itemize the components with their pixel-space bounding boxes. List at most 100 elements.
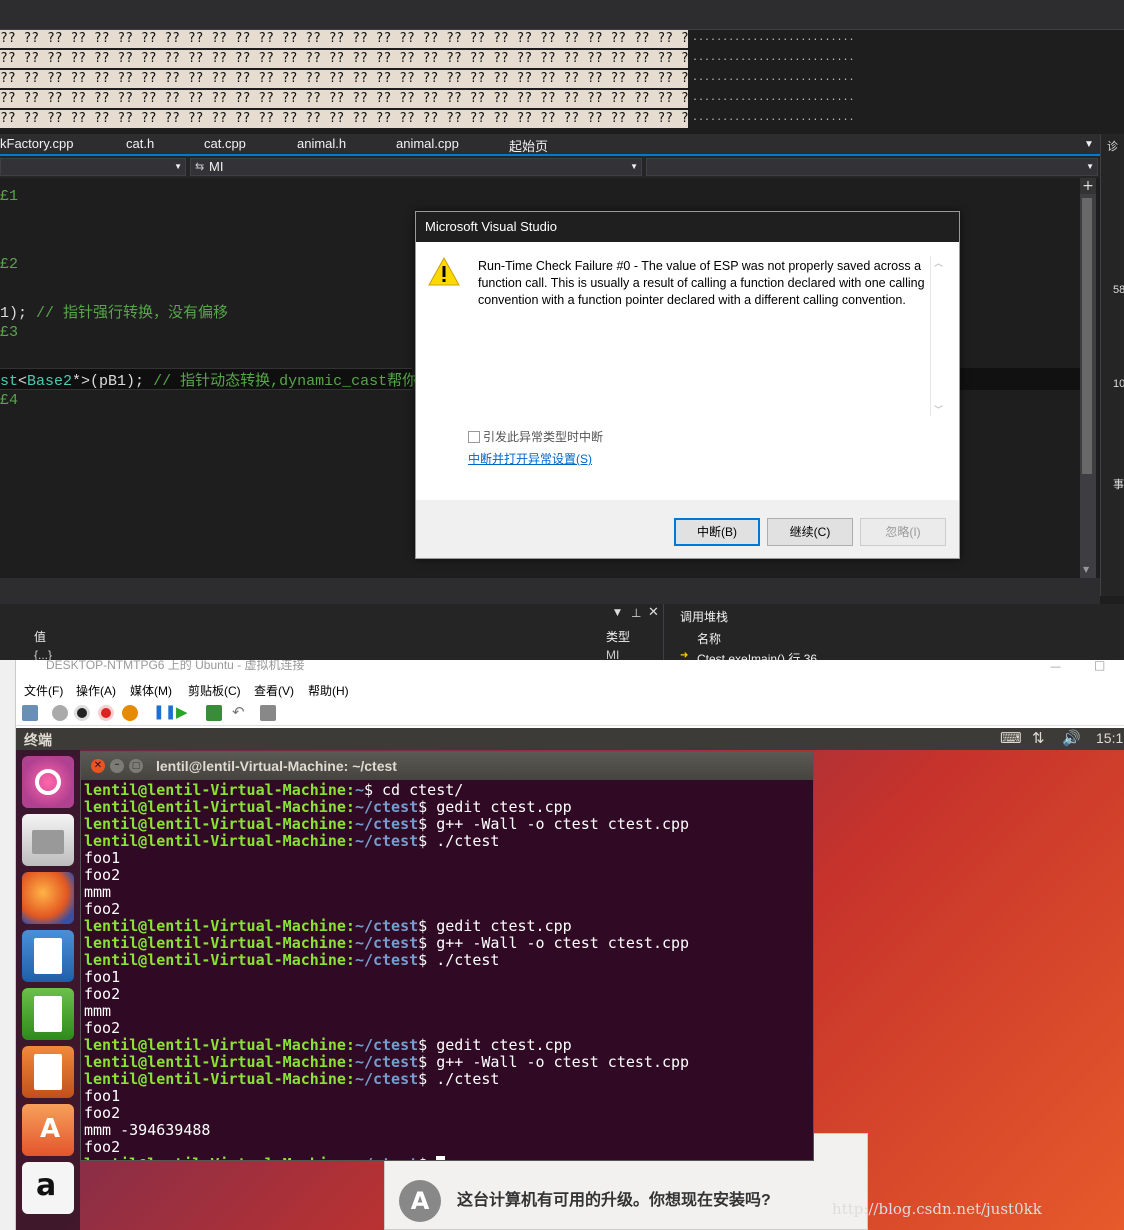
panel-dropdown-icon[interactable]: ▼ [614, 608, 621, 618]
pin-icon[interactable]: ⊥ [631, 606, 641, 620]
libreoffice-calc-icon[interactable] [22, 988, 74, 1040]
network-icon[interactable]: ⇅ [1032, 729, 1045, 747]
active-app-name: 终端 [24, 732, 52, 748]
debug-panels: ▼ ⊥ ✕ 值 类型 {...} MI 调用堆栈 名称 ➜ Ctest.exe!… [0, 604, 1124, 666]
revert-icon[interactable]: ↶ [232, 703, 245, 721]
break-button[interactable]: 中断(B) [674, 518, 760, 546]
files-icon[interactable] [22, 814, 74, 866]
scroll-down-icon[interactable]: ▼ [1083, 565, 1089, 574]
vm-menu-bar: 文件(F) 操作(A) 媒体(M) 剪贴板(C) 查看(V) 帮助(H) [16, 680, 1124, 700]
terminal-prompt-line: lentil@lentil-Virtual-Machine:~/ctest$ g… [84, 799, 812, 816]
break-on-exception-checkbox[interactable]: 引发此异常类型时中断 [468, 428, 603, 445]
ignore-button[interactable]: 忽略(I) [860, 518, 946, 546]
pause-icon[interactable]: ❚❚ [153, 704, 176, 720]
code-text: *>(pB1); [72, 373, 154, 390]
turn-off-icon[interactable] [74, 705, 90, 721]
ctrl-alt-del-icon[interactable] [22, 705, 38, 721]
terminal-output-line: mmm [84, 1002, 112, 1020]
tab-cat-h[interactable]: cat.h [126, 136, 154, 151]
libreoffice-writer-icon[interactable] [22, 930, 74, 982]
tab-kfactory-cpp[interactable]: kFactory.cpp [0, 136, 73, 151]
column-header-type[interactable]: 类型 [606, 628, 630, 645]
left-window-edge [0, 660, 16, 1230]
save-state-icon[interactable] [122, 705, 138, 721]
editor-scrollbar[interactable]: + ▼ [1080, 178, 1096, 578]
terminal-output-line: mmm -394639488 [84, 1121, 211, 1139]
tab-overflow-icon[interactable]: ▼ [1084, 139, 1094, 150]
prompt-command: $ gedit ctest.cpp [418, 798, 572, 816]
checkbox-box[interactable] [468, 431, 480, 443]
maximize-icon[interactable]: □ [1094, 658, 1105, 672]
memory-row: ?? ?? ?? ?? ?? ?? ?? ?? ?? ?? ?? ?? ?? ?… [0, 110, 688, 128]
memory-row: ?? ?? ?? ?? ?? ?? ?? ?? ?? ?? ?? ?? ?? ?… [0, 90, 688, 108]
volume-icon[interactable]: 🔊 [1062, 729, 1081, 747]
prompt-user: lentil@lentil-Virtual-Machine: [84, 1155, 355, 1161]
minimize-icon[interactable]: – [110, 759, 124, 773]
resume-icon[interactable]: ▶ [176, 703, 188, 721]
scroll-up-icon[interactable]: ︿ [934, 256, 943, 269]
menu-media[interactable]: 媒体(M) [130, 682, 172, 699]
memory-row: ?? ?? ?? ?? ?? ?? ?? ?? ?? ?? ?? ?? ?? ?… [0, 50, 688, 68]
terminal-output-line: foo2 [84, 900, 121, 918]
menu-file[interactable]: 文件(F) [24, 682, 63, 699]
code-line: £2 [0, 256, 19, 273]
tab-animal-h[interactable]: animal.h [297, 136, 346, 151]
screenshot-root: ?? ?? ?? ?? ?? ?? ?? ?? ?? ?? ?? ?? ?? ?… [0, 0, 1124, 1230]
warning-icon [428, 256, 460, 286]
checkpoint-icon[interactable] [206, 705, 222, 721]
diagnostics-value: 58 [1113, 284, 1124, 296]
terminal-window[interactable]: ✕ – □ lentil@lentil-Virtual-Machine: ~/c… [80, 751, 814, 1161]
scroll-down-icon[interactable]: ﹀ [934, 403, 943, 416]
terminal-output[interactable]: lentil@lentil-Virtual-Machine:~$ cd ctes… [84, 782, 812, 1160]
dash-home-icon[interactable] [22, 756, 74, 808]
tab-start-page[interactable]: 起始页 [509, 136, 548, 155]
terminal-prompt-line: lentil@lentil-Virtual-Machine:~/ctest$ g… [84, 935, 812, 952]
document-tabs: kFactory.cpp cat.h cat.cpp animal.h anim… [0, 134, 1100, 156]
terminal-output-line: foo2 [84, 866, 121, 884]
close-icon[interactable]: ✕ [91, 759, 105, 773]
vm-toolbar: ❚❚ ▶ ↶ [16, 700, 1124, 726]
libreoffice-impress-icon[interactable] [22, 1046, 74, 1098]
clock[interactable]: 15:1 [1096, 730, 1123, 746]
tab-animal-cpp[interactable]: animal.cpp [396, 136, 459, 151]
prompt-command: $ g++ -Wall -o ctest ctest.cpp [418, 934, 690, 952]
chevron-down-icon: ▼ [1086, 162, 1094, 171]
memory-row: ?? ?? ?? ?? ?? ?? ?? ?? ?? ?? ?? ?? ?? ?… [0, 70, 688, 88]
maximize-icon[interactable]: □ [129, 759, 143, 773]
shut-down-icon[interactable] [98, 705, 114, 721]
scrollbar-thumb[interactable] [1082, 198, 1092, 474]
events-label: 事 [1113, 479, 1124, 491]
function-dropdown[interactable]: ▼ [646, 158, 1098, 176]
prompt-user: lentil@lentil-Virtual-Machine: [84, 934, 355, 952]
terminal-prompt-line: lentil@lentil-Virtual-Machine:~/ctest$ g… [84, 1054, 812, 1071]
callstack-title: 调用堆栈 [680, 610, 729, 624]
split-icon[interactable]: + [1080, 178, 1096, 194]
menu-clipboard[interactable]: 剪贴板(C) [188, 682, 241, 699]
enhanced-session-icon[interactable] [260, 705, 276, 721]
tab-cat-cpp[interactable]: cat.cpp [204, 136, 246, 151]
open-exception-settings-link[interactable]: 中断并打开异常设置(S) [468, 450, 592, 467]
column-header-name[interactable]: 名称 [697, 630, 721, 647]
start-icon[interactable] [52, 705, 68, 721]
continue-button[interactable]: 继续(C) [767, 518, 853, 546]
member-dropdown[interactable]: ⇆ MI ▼ [190, 158, 642, 176]
menu-help[interactable]: 帮助(H) [308, 682, 349, 699]
amazon-icon[interactable]: a [22, 1162, 74, 1214]
minimize-icon[interactable]: — [1050, 660, 1061, 673]
diagnostics-value: 10 [1113, 378, 1124, 390]
column-header-value[interactable]: 值 [34, 628, 46, 645]
terminal-prompt-line: lentil@lentil-Virtual-Machine:~/ctest$ [84, 1156, 812, 1160]
terminal-output-line: mmm [84, 883, 112, 901]
menu-view[interactable]: 查看(V) [254, 682, 294, 699]
diagnostics-pane: 诊 58 10 事 [1100, 134, 1124, 596]
menu-action[interactable]: 操作(A) [76, 682, 116, 699]
code-line: st<Base2*>(pB1); // 指针动态转换,dynamic_cast帮… [0, 369, 447, 390]
software-center-icon[interactable]: A [22, 1104, 74, 1156]
dialog-button-bar: 中断(B) 继续(C) 忽略(I) [416, 500, 959, 558]
firefox-icon[interactable] [22, 872, 74, 924]
message-scrollbar[interactable]: ︿ ﹀ [930, 256, 944, 416]
close-icon[interactable]: ✕ [648, 605, 659, 620]
keyboard-icon[interactable]: ⌨ [1000, 729, 1022, 747]
text-cursor [436, 1156, 446, 1160]
scope-dropdown[interactable]: ▼ [0, 158, 186, 176]
